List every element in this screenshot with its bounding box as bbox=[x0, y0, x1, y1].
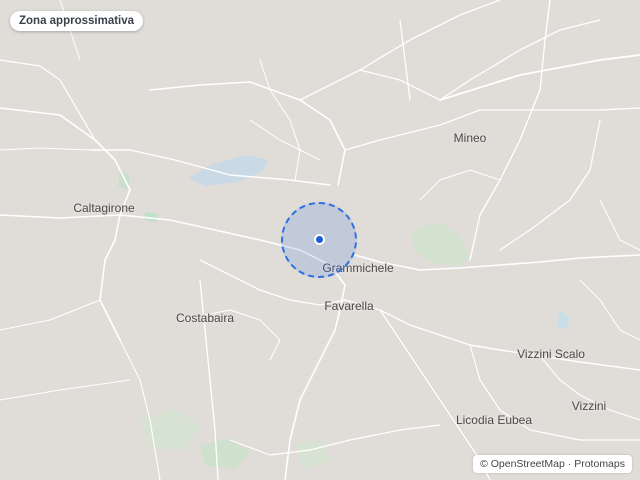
place-label-mineo: Mineo bbox=[453, 131, 487, 145]
lake bbox=[188, 155, 268, 186]
place-label-favarella: Favarella bbox=[324, 299, 374, 313]
zone-label-badge: Zona approssimativa bbox=[10, 11, 144, 31]
map-view[interactable]: Mineo Caltagirone Grammichele Favarella … bbox=[0, 0, 640, 480]
place-label-costabaira: Costabaira bbox=[175, 311, 235, 325]
copyright-symbol: © bbox=[480, 458, 488, 470]
park-area bbox=[412, 222, 470, 266]
place-label-vizzini-scalo: Vizzini Scalo bbox=[517, 347, 585, 361]
protomaps-link[interactable]: Protomaps bbox=[574, 458, 625, 470]
place-label-vizzini: Vizzini bbox=[571, 399, 607, 413]
location-dot-icon[interactable] bbox=[314, 234, 325, 245]
map-attribution: © OpenStreetMap · Protomaps bbox=[473, 455, 632, 473]
park-area bbox=[295, 440, 330, 470]
park-area bbox=[200, 438, 250, 468]
place-label-licodia-eubea: Licodia Eubea bbox=[455, 413, 533, 427]
openstreetmap-link[interactable]: OpenStreetMap bbox=[491, 458, 565, 470]
attribution-separator: · bbox=[567, 458, 572, 470]
water-small bbox=[556, 310, 570, 330]
place-label-caltagirone: Caltagirone bbox=[73, 201, 135, 215]
